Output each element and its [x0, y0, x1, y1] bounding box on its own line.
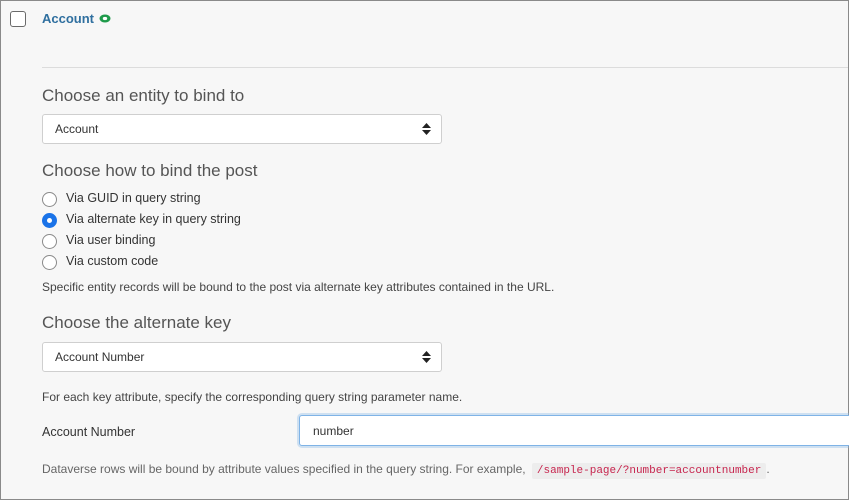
account-number-label: Account Number — [42, 425, 136, 439]
alternate-key-heading: Choose the alternate key — [42, 313, 232, 332]
radio-label: Via user binding — [66, 233, 156, 247]
entity-heading: Choose an entity to bind to — [42, 86, 245, 105]
link-icon — [99, 14, 111, 23]
radio-label: Via GUID in query string — [66, 191, 201, 205]
radio-custom-code[interactable] — [42, 255, 57, 270]
alternate-key-select-value: Account Number — [55, 350, 145, 364]
alternate-key-select[interactable]: Account Number — [42, 342, 442, 372]
radio-user-binding[interactable] — [42, 234, 57, 249]
example-text: Dataverse rows will be bound by attribut… — [42, 462, 770, 479]
section-divider — [42, 67, 848, 68]
select-caret-icon — [422, 351, 431, 363]
record-title[interactable]: Account — [42, 11, 94, 26]
example-suffix: . — [766, 462, 770, 476]
radio-guid[interactable] — [42, 192, 57, 207]
account-number-input-value: number — [313, 424, 354, 438]
radio-label: Via custom code — [66, 254, 159, 268]
key-instruction: For each key attribute, specify the corr… — [42, 390, 463, 404]
record-checkbox[interactable] — [10, 11, 26, 27]
radio-alternate-key[interactable] — [42, 213, 57, 228]
radio-label: Via alternate key in query string — [66, 212, 241, 226]
account-number-input[interactable]: number — [299, 415, 849, 446]
entity-select-value: Account — [55, 122, 99, 136]
entity-select[interactable]: Account — [42, 114, 442, 144]
binding-description: Specific entity records will be bound to… — [42, 280, 555, 294]
example-description: Dataverse rows will be bound by attribut… — [42, 462, 526, 476]
select-caret-icon — [422, 123, 431, 135]
example-code: /sample-page/?number=accountnumber — [531, 463, 767, 479]
binding-heading: Choose how to bind the post — [42, 161, 258, 180]
